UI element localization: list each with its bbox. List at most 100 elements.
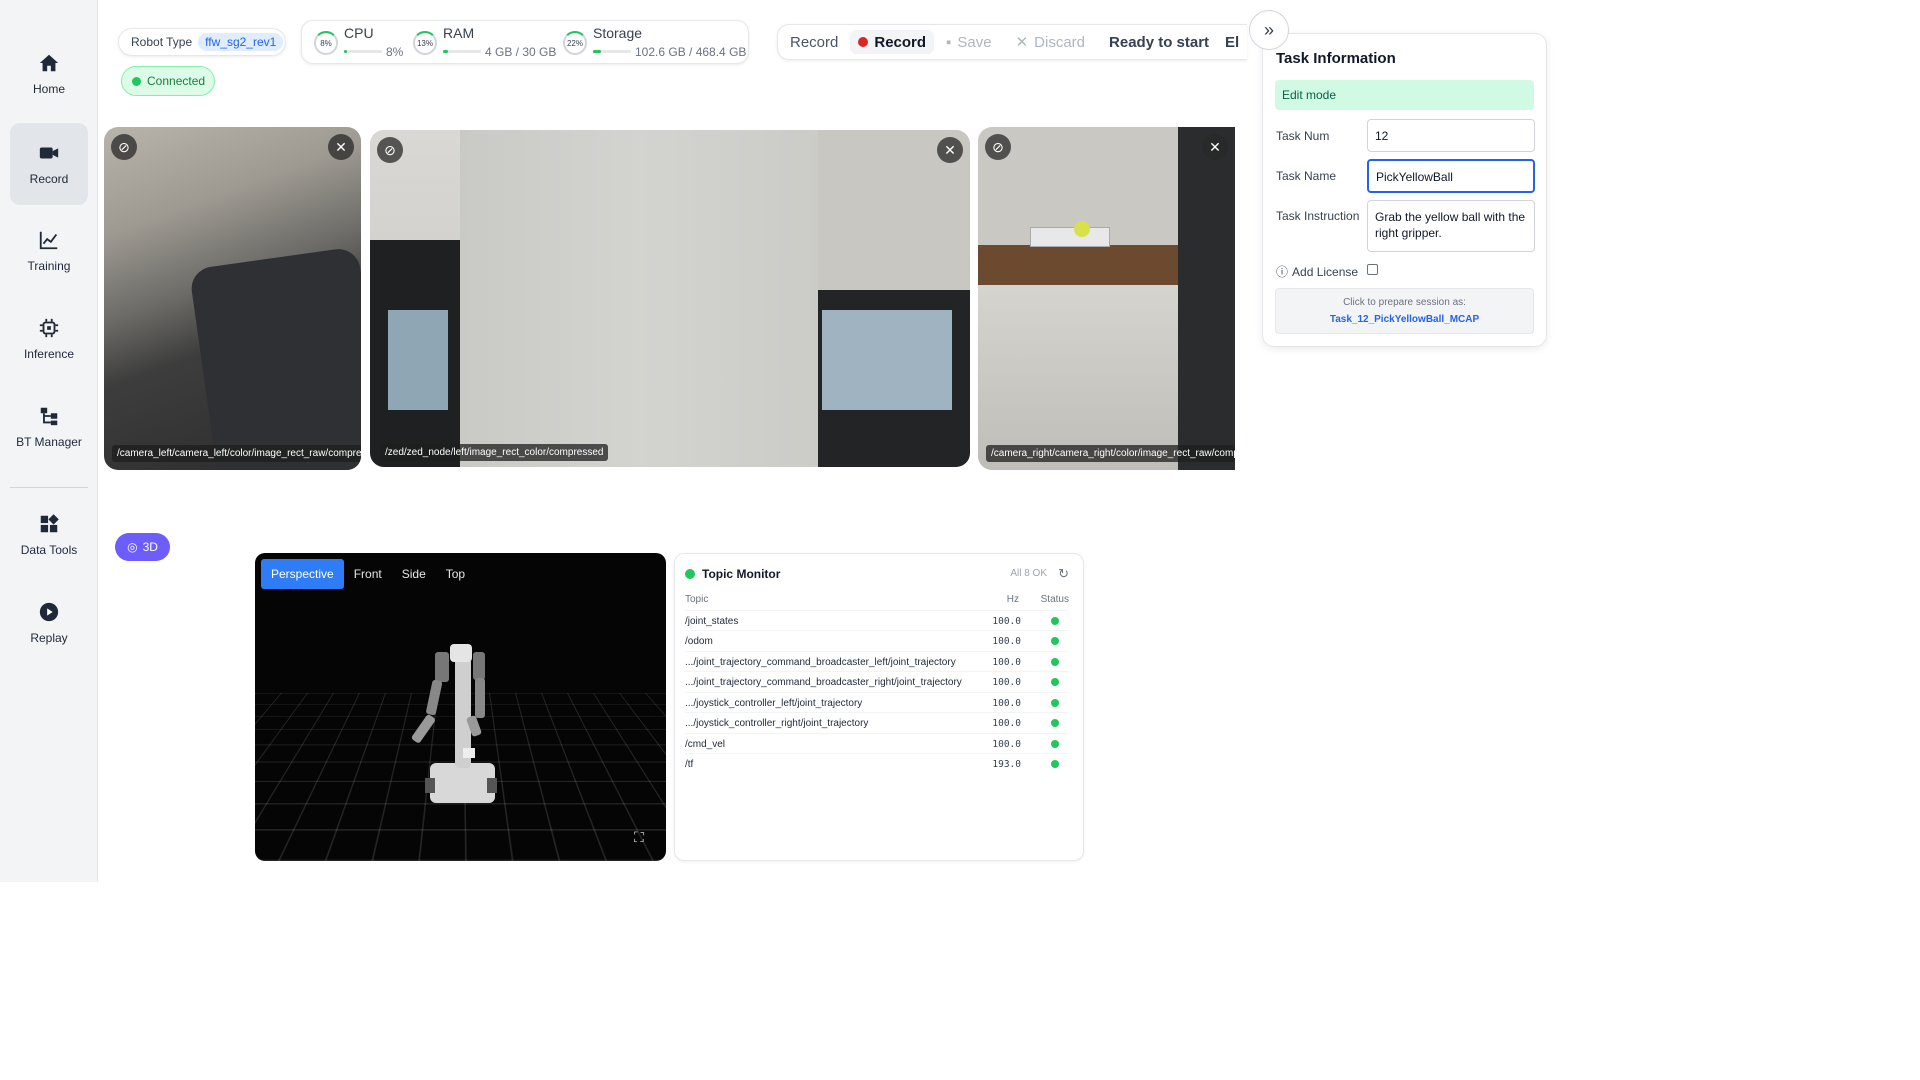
storage-value: 102.6 GB / 468.4 GB <box>635 45 747 59</box>
camera-center-topic: /zed/zed_node/left/image_rect_color/comp… <box>380 444 609 461</box>
cpu-label: CPU <box>344 25 374 41</box>
tab-front[interactable]: Front <box>344 559 392 589</box>
table-row: /tf 193.0 <box>685 753 1069 773</box>
close-icon[interactable]: ✕ <box>1202 134 1228 160</box>
table-row: .../joint_trajectory_command_broadcaster… <box>685 651 1069 671</box>
camera-left-image <box>188 246 361 470</box>
home-icon <box>39 54 59 72</box>
cpu-ring: 8% <box>314 31 338 55</box>
topic-name: .../joystick_controller_right/joint_traj… <box>685 718 869 729</box>
connection-status-badge: Connected <box>121 66 215 96</box>
record-button[interactable]: Record <box>850 30 935 54</box>
table-row: .../joystick_controller_left/joint_traje… <box>685 692 1069 712</box>
record-button-label: Record <box>874 33 927 51</box>
3d-viewer[interactable]: Perspective Front Side Top ⛶ <box>255 553 666 861</box>
cpu-metric: 8% CPU 8% <box>314 25 404 61</box>
grid-icon <box>40 514 59 533</box>
tab-perspective[interactable]: Perspective <box>261 559 344 589</box>
scene-window <box>1178 127 1235 470</box>
prepare-session-name: Task_12_PickYellowBall_MCAP <box>1329 314 1480 325</box>
scene-yellow-ball <box>1074 221 1090 237</box>
topic-name: /tf <box>685 759 694 770</box>
nav-data-tools[interactable]: Data Tools <box>10 494 88 576</box>
collapse-panel-button[interactable]: » <box>1249 10 1289 50</box>
camera-center-view: ⊘ ✕ /zed/zed_node/left/image_rect_color/… <box>370 130 970 467</box>
close-icon[interactable]: ✕ <box>937 137 963 163</box>
camera-left-topic: /camera_left/camera_left/color/image_rec… <box>112 445 361 462</box>
chevrons-right-icon: » <box>1263 19 1274 40</box>
task-information-panel: Task Information Edit mode Task Num 12 T… <box>1262 33 1547 347</box>
topic-name: /odom <box>685 636 713 647</box>
storage-ring: 22% <box>563 31 587 55</box>
tab-top[interactable]: Top <box>436 559 475 589</box>
3d-toggle-label: 3D <box>142 540 158 554</box>
scene-panel <box>460 130 818 467</box>
status-dot-icon <box>1051 760 1059 768</box>
nav-replay[interactable]: Replay <box>10 582 88 664</box>
robot-model <box>411 644 497 803</box>
connection-status-text: Connected <box>147 74 206 88</box>
discard-button[interactable]: ✕ Discard <box>1004 33 1097 52</box>
tab-side[interactable]: Side <box>392 559 436 589</box>
3d-toggle-button[interactable]: ◎ 3D <box>115 533 170 561</box>
task-name-field[interactable]: PickYellowBall <box>1367 159 1535 193</box>
nav-bt-manager-label: BT Manager <box>16 435 82 449</box>
camera-left-view: ⊘ ✕ /camera_left/camera_left/color/image… <box>104 127 361 470</box>
sidebar-divider <box>10 487 88 488</box>
nav-training-label: Training <box>27 259 71 273</box>
connected-dot-icon <box>132 76 141 86</box>
topic-hz: 100.0 <box>992 698 1021 709</box>
topic-name: /joint_states <box>685 616 739 627</box>
prepare-session-button[interactable]: Click to prepare session as: Task_12_Pic… <box>1275 288 1534 334</box>
storage-bar <box>593 50 631 53</box>
close-icon[interactable]: ✕ <box>328 134 354 160</box>
status-dot-icon <box>685 569 695 579</box>
scene-window-glass <box>822 310 952 410</box>
topic-table-header: Topic Hz Status <box>685 594 1069 610</box>
storage-bar-fill <box>593 50 602 53</box>
nav-training[interactable]: Training <box>10 210 88 292</box>
rotate-icon[interactable]: ⊘ <box>111 134 137 160</box>
task-instruction-field[interactable]: Grab the yellow ball with the right grip… <box>1367 200 1535 252</box>
nav-bt-manager[interactable]: BT Manager <box>10 386 88 468</box>
play-icon <box>39 602 59 622</box>
view-tabs: Perspective Front Side Top <box>261 559 475 589</box>
topic-hz: 100.0 <box>992 636 1021 647</box>
column-status: Status <box>1040 594 1069 605</box>
nav-inference[interactable]: Inference <box>10 298 88 380</box>
nav-data-tools-label: Data Tools <box>20 543 78 557</box>
add-license-label: Add License <box>1292 264 1359 279</box>
nav-home[interactable]: Home <box>10 33 88 115</box>
topic-hz: 100.0 <box>992 739 1021 750</box>
rotate-icon[interactable]: ⊘ <box>377 137 403 163</box>
recording-status: Ready to start <box>1109 33 1210 51</box>
nav-record[interactable]: Record <box>10 123 88 205</box>
task-num-field[interactable]: 12 <box>1367 119 1535 152</box>
save-button[interactable]: ▪ Save <box>934 34 1004 51</box>
column-topic: Topic <box>685 594 709 605</box>
table-row: /odom 100.0 <box>685 630 1069 650</box>
robot-type-value: ffw_sg2_rev1 <box>198 33 284 51</box>
fullscreen-icon[interactable]: ⛶ <box>634 829 652 847</box>
topic-hz: 100.0 <box>992 718 1021 729</box>
refresh-icon[interactable]: ↻ <box>1058 566 1069 582</box>
status-dot-icon <box>1051 699 1059 707</box>
storage-metric: 22% Storage 102.6 GB / 468.4 GB <box>563 25 747 61</box>
prepare-session-hint: Click to prepare session as: <box>1343 297 1466 308</box>
save-button-label: Save <box>957 33 992 51</box>
scene-window-glass <box>388 310 448 410</box>
rotate-icon[interactable]: ⊘ <box>985 134 1011 160</box>
line-chart-icon <box>39 231 58 250</box>
status-dot-icon <box>1051 658 1059 666</box>
system-metrics: 8% CPU 8% 13% RAM 4 GB / 30 GB 22% Stora… <box>301 20 749 64</box>
add-license-checkbox[interactable] <box>1367 264 1378 275</box>
robot-type-chip: Robot Type ffw_sg2_rev1 <box>118 28 286 56</box>
sidebar: Home Record Training Inference BT Manage… <box>0 0 98 882</box>
video-camera-icon <box>39 147 59 159</box>
topic-summary: All 8 OK <box>1010 568 1047 579</box>
status-dot-icon <box>1051 678 1059 686</box>
nav-home-label: Home <box>32 82 65 96</box>
add-license-label-row: ⓘ Add License <box>1276 263 1358 280</box>
topic-monitor-header: Topic Monitor <box>685 567 780 581</box>
chip-icon <box>39 318 59 338</box>
